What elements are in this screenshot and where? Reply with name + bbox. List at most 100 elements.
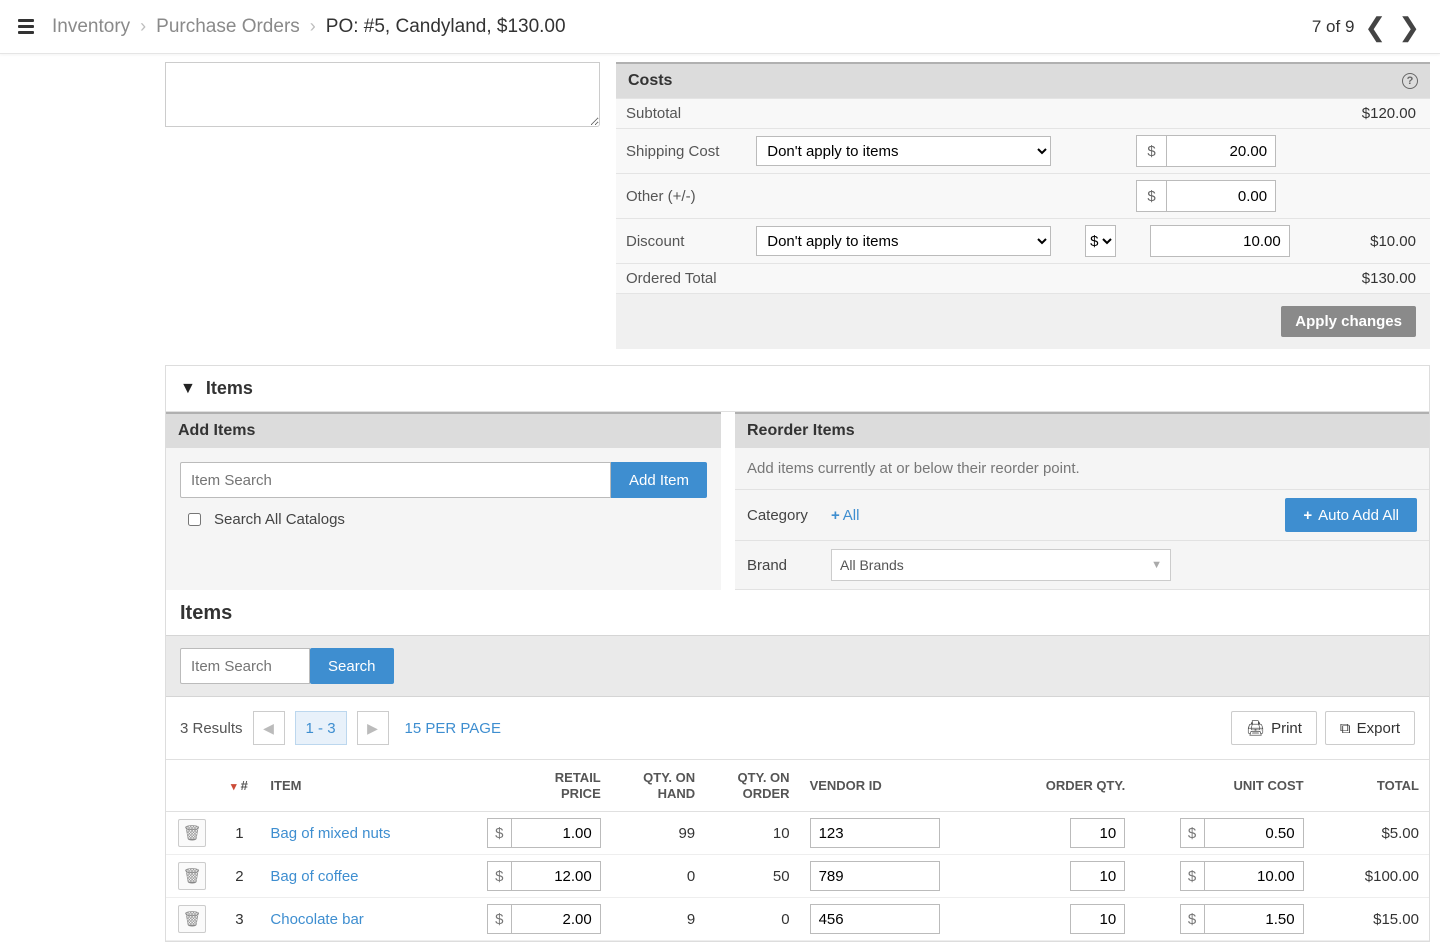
discount-apply-select[interactable]: Don't apply to items [756, 226, 1051, 256]
item-link[interactable]: Bag of coffee [270, 868, 358, 885]
delete-row-button[interactable]: 🗑 [178, 905, 206, 933]
breadcrumb: Inventory › Purchase Orders › PO: #5, Ca… [18, 16, 566, 38]
items-search-button[interactable]: Search [310, 648, 394, 684]
retail-price-input[interactable] [511, 904, 601, 934]
page-next-button[interactable]: ▶ [357, 711, 389, 745]
vendor-id-input[interactable] [810, 818, 940, 848]
qty-on-hand: 0 [611, 855, 705, 898]
col-item[interactable]: ITEM [260, 760, 470, 812]
subtotal-label: Subtotal [616, 99, 746, 129]
row-number: 3 [218, 898, 260, 941]
col-num[interactable]: # [241, 778, 248, 793]
retail-price-input[interactable] [511, 861, 601, 891]
help-icon[interactable]: ? [1402, 73, 1418, 89]
discount-label: Discount [616, 219, 746, 264]
row-total: $5.00 [1314, 812, 1429, 855]
vendor-id-input[interactable] [810, 904, 940, 934]
table-row: 🗑 2 Bag of coffee $050 $ $100.00 [166, 855, 1429, 898]
page-range[interactable]: 1 - 3 [295, 711, 347, 745]
sort-desc-icon[interactable]: ▾ [231, 781, 237, 793]
record-pager: 7 of 9 ❮ ❯ [1312, 14, 1422, 40]
delete-row-button[interactable]: 🗑 [178, 819, 206, 847]
row-total: $100.00 [1314, 855, 1429, 898]
col-qty-order[interactable]: QTY. ONORDER [705, 760, 799, 812]
delete-row-button[interactable]: 🗑 [178, 862, 206, 890]
results-count: 3 Results [180, 720, 243, 737]
qty-on-order: 0 [705, 898, 799, 941]
other-amount-input[interactable] [1166, 180, 1276, 212]
shipping-apply-select[interactable]: Don't apply to items [756, 136, 1051, 166]
search-all-catalogs-label: Search All Catalogs [214, 511, 345, 528]
col-order-qty[interactable]: ORDER QTY. [978, 760, 1135, 812]
caret-down-icon: ▼ [1151, 559, 1162, 571]
unit-cost-input[interactable] [1204, 861, 1304, 891]
menu-icon[interactable] [18, 19, 34, 34]
next-record-icon[interactable]: ❯ [1396, 14, 1422, 40]
reorder-hint: Add items currently at or below their re… [735, 448, 1429, 489]
discount-type-select[interactable]: $ [1085, 225, 1116, 257]
currency-prefix: $ [487, 861, 511, 891]
currency-prefix: $ [1180, 818, 1204, 848]
add-item-button[interactable]: Add Item [611, 462, 707, 498]
items-section-toggle[interactable]: ▼ Items [166, 366, 1429, 412]
col-total[interactable]: TOTAL [1314, 760, 1429, 812]
export-button[interactable]: ⧉Export [1325, 711, 1415, 745]
currency-prefix: $ [487, 818, 511, 848]
crumb-current: PO: #5, Candyland, $130.00 [326, 16, 566, 38]
crumb-inventory[interactable]: Inventory [52, 16, 130, 38]
shipping-amount-input[interactable] [1166, 135, 1276, 167]
retail-price-input[interactable] [511, 818, 601, 848]
top-bar: Inventory › Purchase Orders › PO: #5, Ca… [0, 0, 1440, 54]
ordered-total-label: Ordered Total [616, 264, 746, 294]
col-vendor[interactable]: VENDOR ID [800, 760, 978, 812]
plus-icon: + [1303, 507, 1312, 524]
reorder-items-header: Reorder Items [747, 422, 855, 440]
item-link[interactable]: Chocolate bar [270, 911, 363, 928]
order-qty-input[interactable] [1070, 904, 1125, 934]
items-table: ▾ # ITEM RETAILPRICE QTY. ONHAND QTY. ONO… [166, 759, 1429, 941]
crumb-purchase-orders[interactable]: Purchase Orders [156, 16, 300, 38]
per-page-link[interactable]: 15 PER PAGE [405, 720, 501, 737]
brand-select-value: All Brands [840, 557, 904, 573]
vendor-id-input[interactable] [810, 861, 940, 891]
auto-add-all-button[interactable]: +Auto Add All [1285, 498, 1417, 532]
items-section-title: Items [206, 378, 253, 399]
trash-icon: 🗑 [183, 824, 202, 842]
col-qty-hand[interactable]: QTY. ONHAND [611, 760, 705, 812]
trash-icon: 🗑 [183, 867, 202, 885]
table-row: 🗑3Chocolate bar$90$$15.00 [166, 898, 1429, 941]
category-all-link[interactable]: +All [831, 507, 859, 524]
col-unit-cost[interactable]: UNIT COST [1135, 760, 1313, 812]
discount-amount-input[interactable] [1150, 225, 1290, 257]
qty-on-hand: 99 [611, 812, 705, 855]
brand-select[interactable]: All Brands ▼ [831, 549, 1171, 581]
order-qty-input[interactable] [1070, 861, 1125, 891]
qty-on-order: 50 [705, 855, 799, 898]
notes-textarea[interactable] [165, 62, 600, 127]
add-item-search-input[interactable] [180, 462, 611, 498]
print-button[interactable]: 🖨Print [1231, 711, 1317, 745]
unit-cost-input[interactable] [1204, 818, 1304, 848]
search-all-catalogs-checkbox[interactable] [188, 513, 201, 526]
other-label: Other (+/-) [616, 174, 746, 219]
reorder-items-panel: Reorder Items Add items currently at or … [735, 412, 1429, 590]
currency-prefix: $ [1180, 861, 1204, 891]
order-qty-input[interactable] [1070, 818, 1125, 848]
page-prev-button[interactable]: ◀ [253, 711, 285, 745]
apply-changes-button[interactable]: Apply changes [1281, 306, 1416, 337]
discount-value: $10.00 [1300, 219, 1430, 264]
unit-cost-input[interactable] [1204, 904, 1304, 934]
row-total: $15.00 [1314, 898, 1429, 941]
items-search-input[interactable] [180, 648, 310, 684]
shipping-label: Shipping Cost [616, 129, 746, 174]
row-number: 2 [218, 855, 260, 898]
brand-label: Brand [747, 557, 817, 574]
currency-prefix: $ [1136, 180, 1166, 212]
item-link[interactable]: Bag of mixed nuts [270, 825, 390, 842]
prev-record-icon[interactable]: ❮ [1362, 14, 1388, 40]
costs-header: Costs [628, 72, 672, 90]
add-items-header: Add Items [178, 422, 255, 440]
table-row: 🗑1Bag of mixed nuts$9910$$5.00 [166, 812, 1429, 855]
col-retail[interactable]: RETAILPRICE [470, 760, 611, 812]
items-sub-header: Items [166, 590, 1429, 635]
